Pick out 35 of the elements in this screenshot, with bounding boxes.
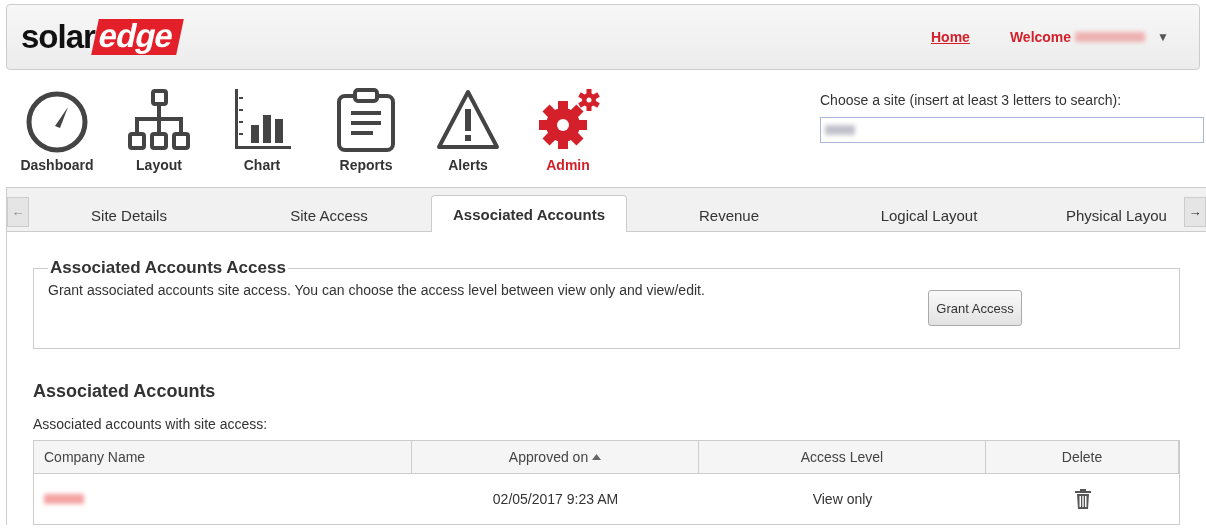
home-link[interactable]: Home xyxy=(931,29,970,45)
redacted-user-name xyxy=(1075,32,1146,42)
site-search-label: Choose a site (insert at least 3 letters to search): xyxy=(820,92,1123,108)
trash-icon[interactable] xyxy=(1074,489,1091,509)
column-header[interactable]: Access Level xyxy=(699,441,986,473)
tab[interactable]: Revenue xyxy=(629,198,829,232)
nav-item[interactable]: Layout xyxy=(98,70,220,187)
scroll-right-button[interactable]: → xyxy=(1184,196,1206,227)
sort-up-icon xyxy=(592,454,602,460)
nav-item[interactable]: Admin xyxy=(508,70,628,187)
table-cell-text: 02/05/2017 9:23 AM xyxy=(491,490,620,509)
nav-item[interactable]: Dashboard xyxy=(16,70,98,187)
hierarchy-icon xyxy=(126,87,192,153)
redacted-site-text xyxy=(825,125,855,135)
grant-access-button[interactable]: Grant Access xyxy=(928,290,1022,326)
site-search-field[interactable] xyxy=(820,117,1204,143)
menu-caret[interactable]: ▼ xyxy=(1157,30,1169,44)
panel-description: Grant associated accounts site access. You can choose the access level between view only and view/edit. xyxy=(48,282,706,298)
tab[interactable]: Site Access xyxy=(229,198,429,232)
column-header[interactable]: Delete xyxy=(986,441,1179,473)
tab[interactable]: Associated Accounts xyxy=(431,195,627,232)
panel-title: Associated Accounts Access xyxy=(49,258,287,278)
redacted-company-name xyxy=(44,494,84,504)
column-header[interactable]: Company Name xyxy=(34,441,412,473)
table-cell-text: View only xyxy=(811,490,874,509)
welcome-label: Welcome xyxy=(1009,29,1072,45)
tab[interactable]: Site Details xyxy=(29,198,229,232)
table-caption: Associated accounts with site access: xyxy=(33,416,269,432)
nav-item[interactable]: Chart xyxy=(220,70,304,187)
column-header[interactable]: Approved on xyxy=(412,441,699,473)
nav-item[interactable]: Reports xyxy=(304,70,428,187)
tab[interactable]: Physical Layou xyxy=(1029,198,1184,232)
section-heading: Associated Accounts xyxy=(33,381,217,402)
nav-item[interactable]: Alerts xyxy=(428,70,508,187)
tab[interactable]: Logical Layout xyxy=(829,198,1029,232)
